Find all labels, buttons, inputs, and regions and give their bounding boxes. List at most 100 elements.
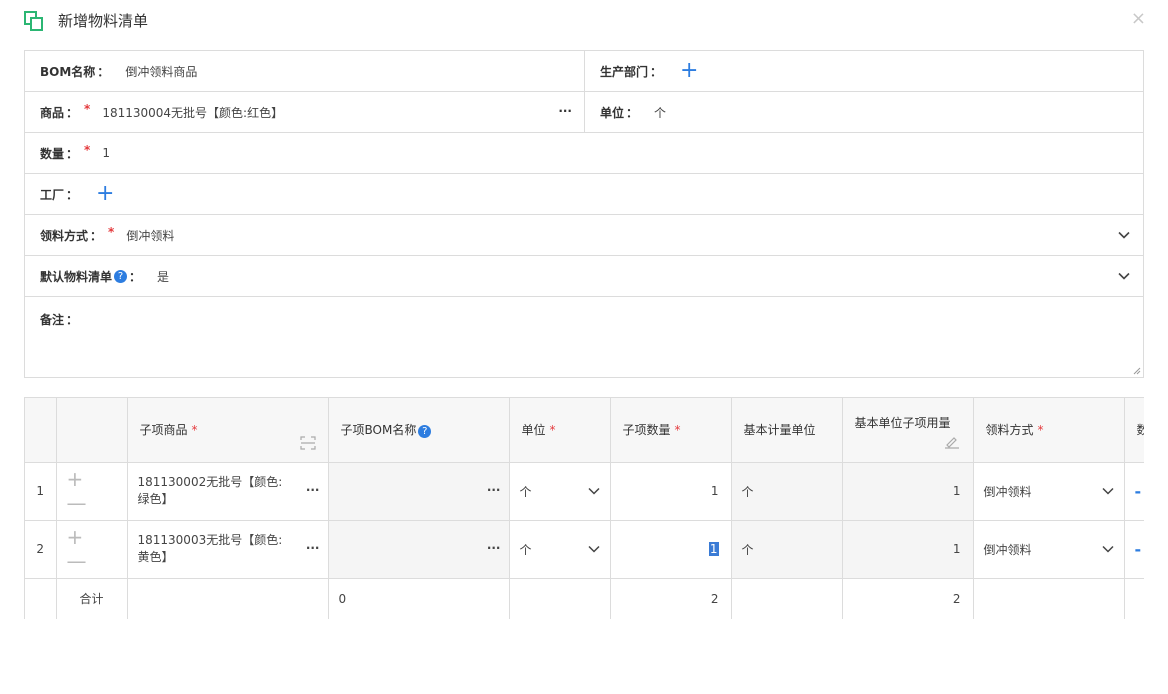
- summary-index: [25, 578, 57, 619]
- table-row: 2 +— 181130003无批号【颜色:黄色】 ··· ··· 个 1 个 1 …: [25, 520, 1144, 579]
- chevron-down-icon[interactable]: [1101, 543, 1114, 555]
- remark-label: 备注: [40, 313, 65, 327]
- form-row-default-bom: 默认物料清单?： 是: [25, 256, 1143, 297]
- column-settings-icon[interactable]: [299, 435, 316, 450]
- unit-value: 个: [654, 105, 667, 120]
- item-cell[interactable]: 181130002无批号【颜色:绿色】 ···: [127, 462, 329, 521]
- required-mark: *: [108, 225, 115, 239]
- chevron-down-icon[interactable]: [1117, 269, 1131, 283]
- col-bom-name: 子项BOM名称?: [328, 398, 510, 463]
- required-mark: *: [84, 102, 91, 116]
- summary-bom: 0: [328, 578, 510, 619]
- dialog-header: 新增物料清单 ×: [0, 0, 1168, 40]
- chevron-down-icon[interactable]: [587, 543, 600, 555]
- col-unit: 单位 *: [509, 398, 611, 463]
- dept-label: 生产部门: [600, 64, 649, 79]
- qty-field[interactable]: 数量： * 1: [25, 133, 110, 173]
- resize-handle-icon[interactable]: [1133, 367, 1141, 375]
- default-bom-value[interactable]: 是: [157, 268, 169, 285]
- dept-field: 生产部门： +: [600, 58, 699, 83]
- row-index: 1: [25, 462, 57, 521]
- product-more-button[interactable]: ···: [558, 104, 572, 118]
- chevron-down-icon[interactable]: [1117, 228, 1131, 242]
- col-ops: [56, 398, 128, 463]
- add-row-button[interactable]: +: [67, 525, 84, 549]
- remark-textarea[interactable]: 备注：: [25, 311, 1143, 377]
- item-more-button[interactable]: ···: [306, 541, 320, 555]
- form-row-remark: 备注：: [25, 297, 1143, 377]
- col-item: 子项商品 *: [127, 398, 329, 463]
- required-mark: *: [84, 143, 91, 157]
- col-method: 领料方式 *: [973, 398, 1125, 463]
- summary-item: [127, 578, 329, 619]
- summary-qty: 2: [610, 578, 732, 619]
- bom-more-button[interactable]: ···: [487, 483, 501, 497]
- add-dept-button[interactable]: +: [680, 60, 698, 82]
- base-qty-cell: 1: [842, 462, 974, 521]
- extra-cell[interactable]: -: [1124, 520, 1144, 579]
- bom-name-value[interactable]: 倒冲领料商品: [125, 63, 197, 80]
- summary-unit: [509, 578, 611, 619]
- unit-field: 单位： 个: [600, 105, 667, 120]
- help-icon[interactable]: ?: [418, 425, 432, 439]
- bom-items-grid: 子项商品 * 子项BOM名称? 单位 * 子项数量 * 基本计量单位 基本单位子项用量…: [24, 397, 1144, 619]
- table-row: 1 +— 181130002无批号【颜色:绿色】 ··· ··· 个 1 个 1 …: [25, 462, 1144, 521]
- remove-row-button[interactable]: —: [67, 549, 87, 573]
- qty-cell-editing[interactable]: 1: [610, 520, 732, 579]
- extra-cell[interactable]: -: [1124, 462, 1144, 521]
- add-row-button[interactable]: +: [67, 467, 84, 491]
- method-cell[interactable]: 倒冲领料: [973, 520, 1125, 579]
- form-row-factory: 工厂： +: [25, 174, 1143, 215]
- product-field[interactable]: 商品： * 181130004无批号【颜色:红色】 ···: [25, 92, 585, 132]
- bom-more-button[interactable]: ···: [487, 541, 501, 555]
- row-index: 2: [25, 520, 57, 579]
- form-row-bom-name: BOM名称： 倒冲领料商品 生产部门： +: [25, 51, 1143, 92]
- bom-cell[interactable]: ···: [328, 520, 510, 579]
- pick-method-value[interactable]: 倒冲领料: [126, 227, 174, 244]
- default-bom-label: 默认物料清单: [40, 269, 113, 284]
- unit-label: 单位: [600, 105, 625, 120]
- summary-row: 合计 0 2 2: [25, 578, 1144, 619]
- dialog-logo-icon: [24, 11, 43, 31]
- row-ops: +—: [56, 462, 128, 521]
- col-base-unit: 基本计量单位: [731, 398, 843, 463]
- bom-cell[interactable]: ···: [328, 462, 510, 521]
- default-bom-select[interactable]: 默认物料清单?： 是: [25, 256, 1143, 296]
- dialog-title: 新增物料清单: [58, 12, 149, 30]
- qty-cell[interactable]: 1: [610, 462, 732, 521]
- base-unit-cell: 个: [731, 520, 843, 579]
- qty-label: 数量: [40, 146, 65, 161]
- col-index: [25, 398, 57, 463]
- summary-base-unit: [731, 578, 843, 619]
- chevron-down-icon[interactable]: [587, 485, 600, 497]
- item-more-button[interactable]: ···: [306, 483, 320, 497]
- factory-field: 工厂： +: [40, 181, 115, 206]
- qty-value[interactable]: 1: [102, 146, 110, 160]
- form-row-product: 商品： * 181130004无批号【颜色:红色】 ··· 单位： 个: [25, 92, 1143, 133]
- bom-form: BOM名称： 倒冲领料商品 生产部门： + 商品： * 181130004无批号【…: [24, 50, 1144, 378]
- unit-cell[interactable]: 个: [509, 462, 611, 521]
- bom-name-field[interactable]: BOM名称： 倒冲领料商品: [25, 51, 585, 91]
- add-factory-button[interactable]: +: [96, 183, 114, 205]
- batch-edit-icon[interactable]: [943, 436, 961, 450]
- product-value[interactable]: 181130004无批号【颜色:红色】: [102, 104, 283, 121]
- remove-row-button[interactable]: —: [67, 491, 87, 515]
- form-row-pick-method: 领料方式： * 倒冲领料: [25, 215, 1143, 256]
- product-label: 商品: [40, 105, 65, 120]
- col-extra: 数: [1124, 398, 1144, 463]
- unit-cell[interactable]: 个: [509, 520, 611, 579]
- pick-method-label: 领料方式: [40, 228, 89, 243]
- help-icon[interactable]: ?: [114, 269, 128, 283]
- form-row-qty: 数量： * 1: [25, 133, 1143, 174]
- method-cell[interactable]: 倒冲领料: [973, 462, 1125, 521]
- chevron-down-icon[interactable]: [1101, 485, 1114, 497]
- bom-name-label: BOM名称: [40, 64, 96, 79]
- base-qty-cell: 1: [842, 520, 974, 579]
- item-cell[interactable]: 181130003无批号【颜色:黄色】 ···: [127, 520, 329, 579]
- grid-header-row: 子项商品 * 子项BOM名称? 单位 * 子项数量 * 基本计量单位 基本单位子项用量…: [25, 398, 1144, 463]
- close-icon[interactable]: ×: [1131, 8, 1146, 29]
- pick-method-select[interactable]: 领料方式： * 倒冲领料: [25, 215, 1143, 255]
- col-base-qty: 基本单位子项用量: [842, 398, 974, 463]
- factory-label: 工厂: [40, 187, 65, 202]
- summary-method: [973, 578, 1125, 619]
